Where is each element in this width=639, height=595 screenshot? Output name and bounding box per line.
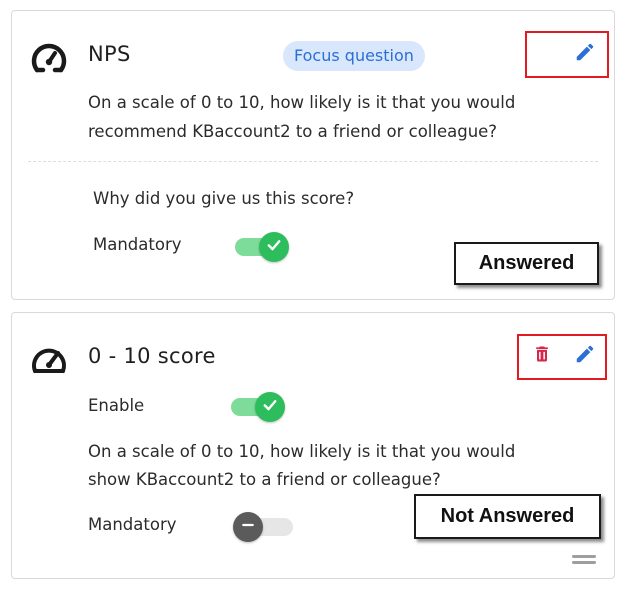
toggle-knob: [233, 512, 263, 542]
minus-icon: [240, 517, 256, 537]
check-icon: [265, 236, 283, 258]
mandatory-toggle[interactable]: [233, 512, 293, 542]
check-icon: [261, 396, 279, 418]
enable-label: Enable: [88, 396, 145, 415]
score-question-card: 0 - 10 score Enable On a scale of 0 to 1…: [11, 312, 615, 579]
answered-status-label: Answered: [454, 242, 599, 285]
pencil-icon: [574, 343, 596, 369]
mandatory-label: Mandatory: [88, 515, 177, 534]
not-answered-status-label: Not Answered: [414, 494, 601, 539]
card-title: NPS: [88, 42, 131, 66]
delete-button[interactable]: [529, 343, 555, 369]
toggle-knob: [259, 232, 289, 262]
mandatory-label: Mandatory: [93, 235, 182, 254]
divider: [28, 161, 598, 162]
gauge-icon: [30, 40, 68, 78]
edit-button[interactable]: [572, 343, 598, 369]
question-text-line1: On a scale of 0 to 10, how likely is it …: [88, 93, 516, 112]
speedometer-icon: [30, 342, 68, 380]
edit-button[interactable]: [572, 41, 598, 67]
followup-question: Why did you give us this score?: [93, 189, 355, 208]
toggle-knob: [255, 392, 285, 422]
drag-handle-icon[interactable]: [572, 555, 596, 567]
trash-icon: [532, 343, 552, 369]
mandatory-toggle[interactable]: [235, 232, 293, 262]
enable-toggle[interactable]: [231, 392, 289, 422]
pencil-icon: [574, 41, 596, 67]
focus-question-badge: Focus question: [283, 41, 425, 71]
question-text-line1: On a scale of 0 to 10, how likely is it …: [88, 442, 516, 461]
nps-question-card: NPS Focus question On a scale of 0 to 10…: [11, 10, 615, 300]
question-text-line2: show KBaccount2 to a friend or colleague…: [88, 470, 441, 489]
question-text-line2: recommend KBaccount2 to a friend or coll…: [88, 122, 498, 141]
card-title: 0 - 10 score: [88, 344, 216, 368]
